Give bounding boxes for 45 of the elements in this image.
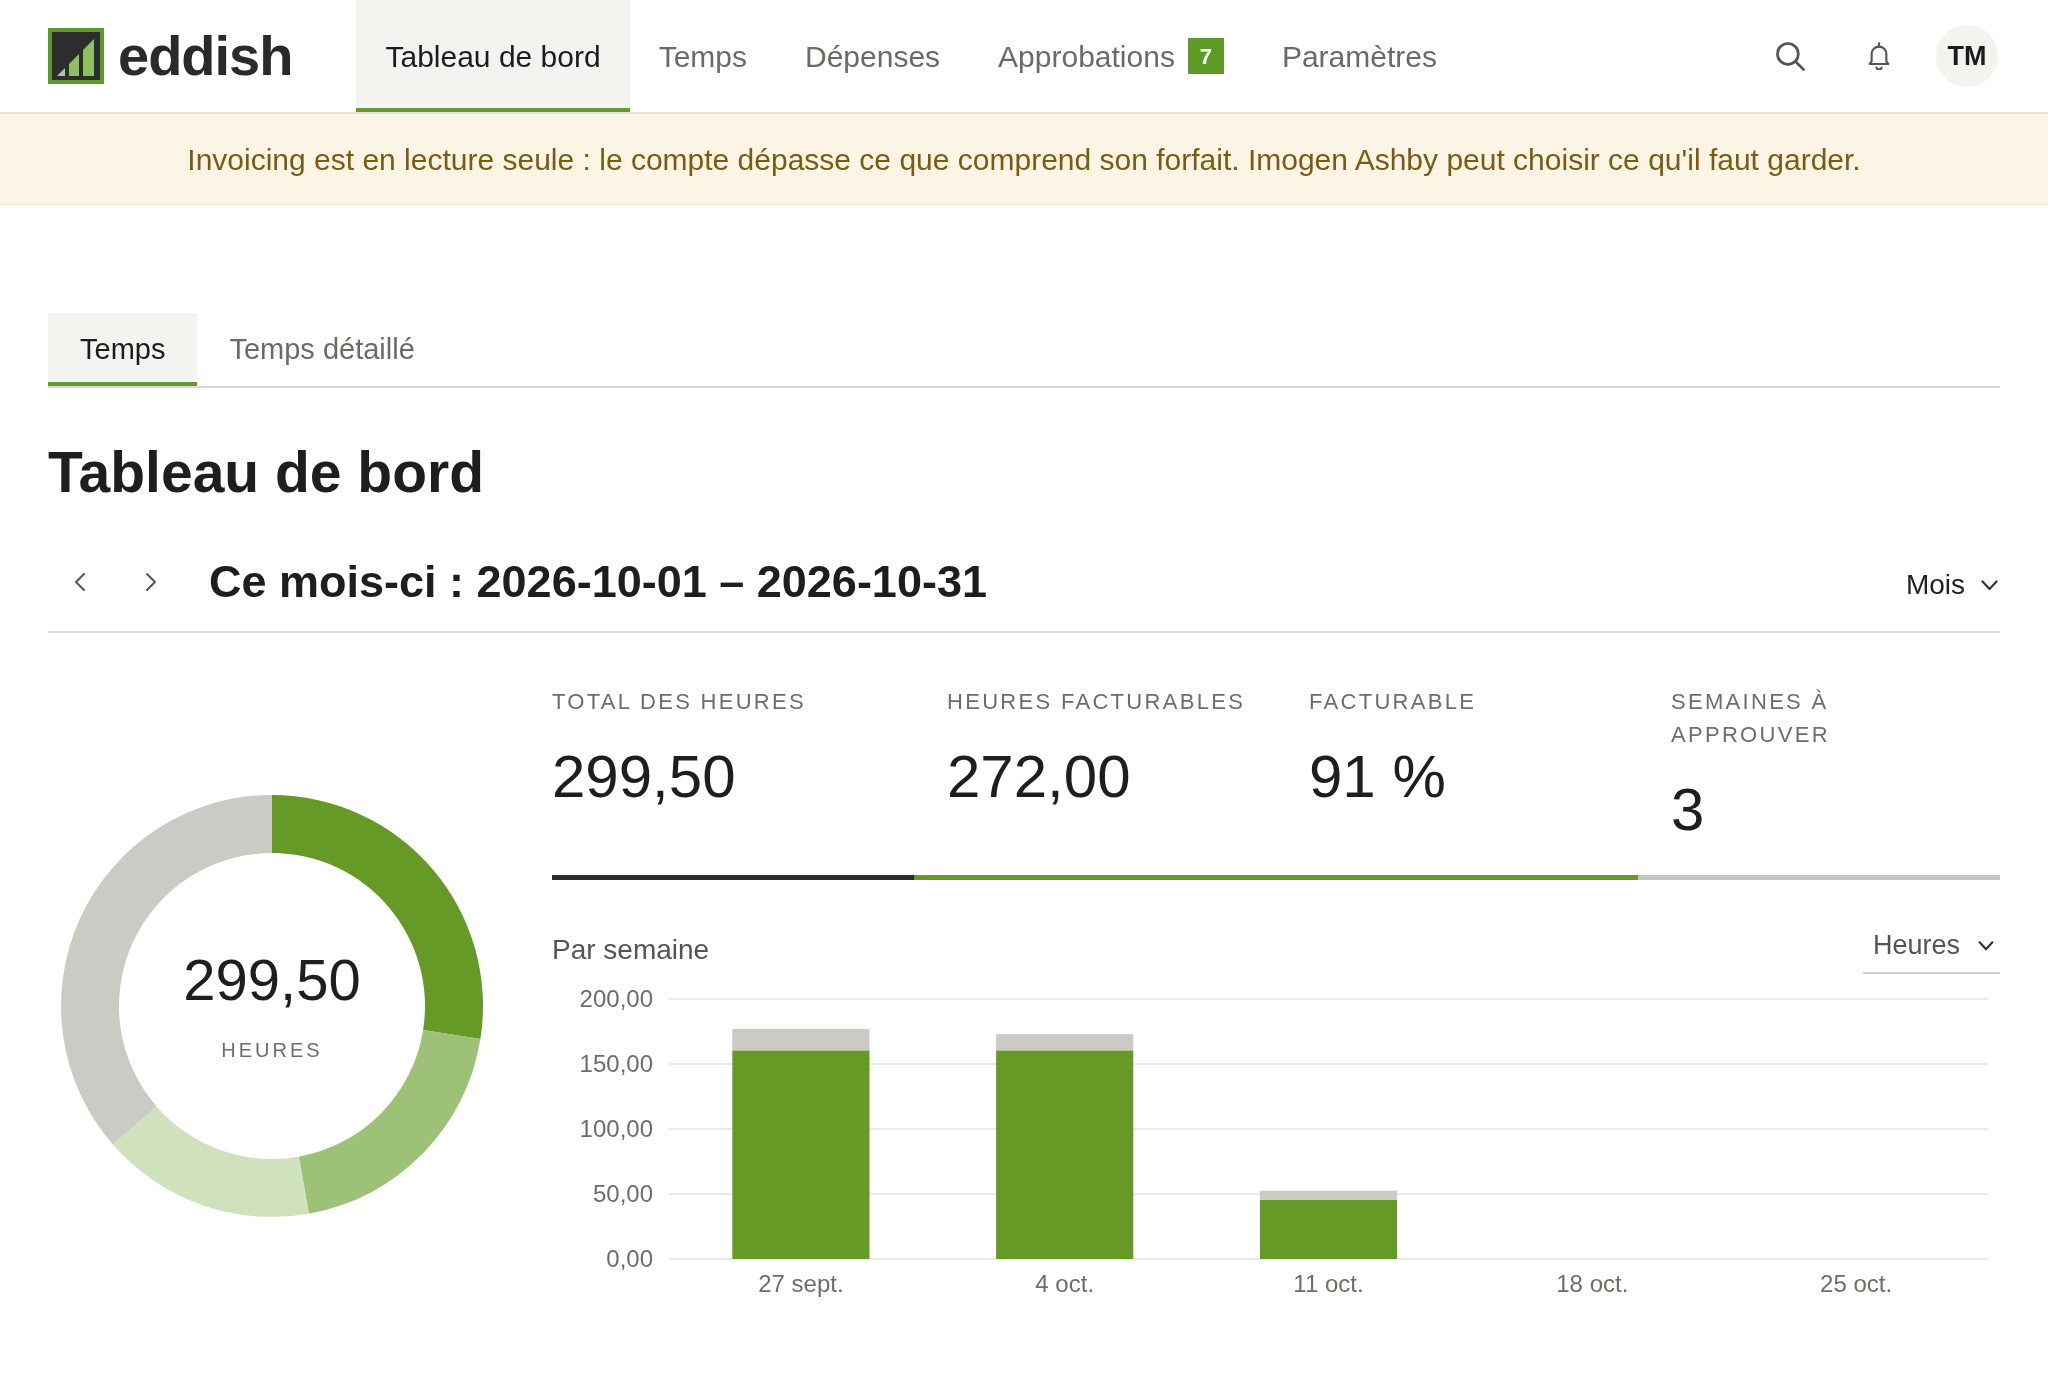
chevron-right-icon xyxy=(145,572,157,593)
logo-icon xyxy=(48,28,104,84)
axis-label: 100,00 xyxy=(579,1114,653,1142)
page-title: Tableau de bord xyxy=(48,439,484,506)
period-title: Ce mois-ci : 2026-10-01 – 2026-10-31 xyxy=(209,555,987,610)
nav-tab[interactable]: Paramètres xyxy=(1252,0,1466,112)
tab[interactable]: Temps détaillé xyxy=(197,313,447,386)
axis-label: 25 oct. xyxy=(1820,1269,1893,1297)
donut-caption: HEURES xyxy=(221,1038,323,1063)
axis-label: 0,00 xyxy=(606,1244,653,1272)
axis-label: 50,00 xyxy=(592,1179,653,1207)
period-dropdown[interactable]: Mois xyxy=(1905,558,2000,607)
tab[interactable]: Temps xyxy=(48,313,198,386)
stat-label: HEURES FACTURABLES xyxy=(947,688,1247,717)
axis-label: 150,00 xyxy=(579,1049,653,1077)
chevron-left-icon xyxy=(74,572,86,593)
metric-dropdown[interactable]: Heures xyxy=(1862,925,2000,974)
brand-name: eddish xyxy=(118,25,293,87)
nav-tab[interactable]: Temps xyxy=(629,0,776,112)
axis-label: 200,00 xyxy=(579,985,653,1012)
stat-value: 299,50 xyxy=(552,742,737,813)
donut-total: 299,50 xyxy=(183,946,361,1013)
chevron-down-icon xyxy=(1981,579,1998,591)
axis-label: 4 oct. xyxy=(1035,1269,1095,1297)
chart-title: Par semaine xyxy=(552,932,710,967)
bell-icon xyxy=(1867,42,1891,70)
nav-tab[interactable]: Approbations 7 xyxy=(969,0,1253,112)
stat-label: FACTURABLE xyxy=(1309,688,1478,717)
stat-label: SEMAINES À APPROUVER xyxy=(1671,688,1831,750)
count-badge: 7 xyxy=(1187,38,1224,74)
axis-label: 27 sept. xyxy=(758,1269,844,1297)
stat-label: TOTAL DES HEURES xyxy=(552,688,807,717)
chevron-down-icon xyxy=(1978,940,1994,951)
axis-label: 11 oct. xyxy=(1293,1269,1364,1297)
axis-label: 18 oct. xyxy=(1556,1269,1629,1297)
stat-value: 272,00 xyxy=(947,742,1132,813)
search-button[interactable] xyxy=(1776,41,1805,71)
user-avatar[interactable]: TM xyxy=(1936,25,1998,87)
search-icon xyxy=(1776,41,1805,71)
nav-tab[interactable]: Dépenses xyxy=(776,0,970,112)
nav-tab[interactable]: Tableau de bord xyxy=(356,0,630,112)
stat-value: 3 xyxy=(1671,775,1706,846)
notifications-button[interactable] xyxy=(1867,42,1891,70)
stat-value: 91 % xyxy=(1309,742,1447,813)
warning-banner: Invoicing est en lecture seule : le compte dépasse ce que comprend son forfait. Imogen Ashby peut choisir ce qu'il faut garder. xyxy=(0,114,2048,205)
